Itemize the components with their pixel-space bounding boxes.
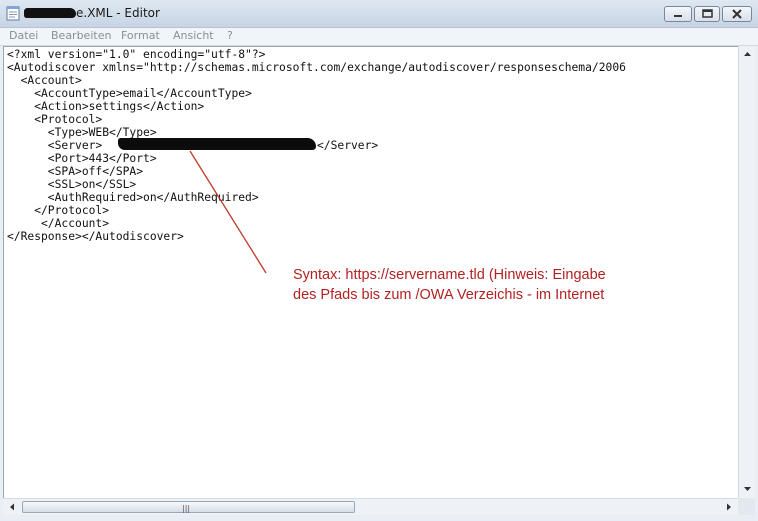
server-redaction [118, 138, 316, 150]
annotation-text-line-2: des Pfads bis zum /OWA Verzeichis - im I… [293, 287, 605, 303]
menu-ansicht[interactable]: Ansicht [173, 29, 214, 42]
menu-bar: Datei Bearbeiten Format Ansicht ? [0, 28, 758, 46]
code-line: <?xml version="1.0" encoding="utf-8"?> [7, 48, 266, 61]
maximize-icon [702, 9, 713, 18]
code-line-server: <Server> [7, 139, 103, 152]
code-line: <Port>443</Port> [7, 152, 157, 165]
code-line: <AuthRequired>on</AuthRequired> [7, 191, 259, 204]
horizontal-scrollbar[interactable]: ||| [3, 498, 738, 515]
code-line: <Protocol> [7, 113, 103, 126]
menu-format[interactable]: Format [121, 29, 160, 42]
editor-window: e.XML - Editor Datei Bearbeiten Format A… [0, 0, 758, 521]
arrow-up-icon[interactable] [739, 46, 756, 63]
code-line: <Action>settings</Action> [7, 100, 205, 113]
text-editor-area[interactable]: <?xml version="1.0" encoding="utf-8"?> <… [3, 46, 738, 498]
arrow-right-icon[interactable] [720, 499, 737, 515]
code-line: <SSL>on</SSL> [7, 178, 137, 191]
close-button[interactable] [722, 6, 752, 22]
maximize-button[interactable] [694, 6, 720, 22]
code-line: <Autodiscover xmlns="http://schemas.micr… [7, 61, 626, 74]
code-line: <Account> [7, 74, 82, 87]
code-line: </Protocol> [7, 204, 110, 217]
title-bar[interactable]: e.XML - Editor [0, 0, 758, 28]
close-icon [732, 9, 742, 19]
vertical-scrollbar[interactable] [738, 46, 755, 498]
arrow-down-icon[interactable] [739, 480, 756, 497]
grip-icon: ||| [182, 504, 191, 513]
menu-help[interactable]: ? [227, 29, 233, 42]
minimize-button[interactable] [664, 6, 692, 22]
window-title: e.XML - Editor [76, 6, 160, 20]
code-line: </Account> [7, 217, 110, 230]
code-line: </Response></Autodiscover> [7, 230, 184, 243]
code-line: <SPA>off</SPA> [7, 165, 144, 178]
minimize-icon [674, 15, 682, 17]
arrow-left-icon[interactable] [4, 499, 21, 515]
horizontal-scroll-thumb[interactable]: ||| [22, 501, 355, 513]
code-line: <AccountType>email</AccountType> [7, 87, 252, 100]
menu-datei[interactable]: Datei [9, 29, 38, 42]
annotation-text-line-1: Syntax: https://servername.tld (Hinweis:… [293, 267, 606, 283]
title-redaction [24, 8, 76, 18]
menu-bearbeiten[interactable]: Bearbeiten [51, 29, 111, 42]
notepad-icon [6, 6, 20, 21]
resize-grip[interactable] [738, 498, 755, 515]
server-close-tag: </Server> [317, 139, 379, 152]
